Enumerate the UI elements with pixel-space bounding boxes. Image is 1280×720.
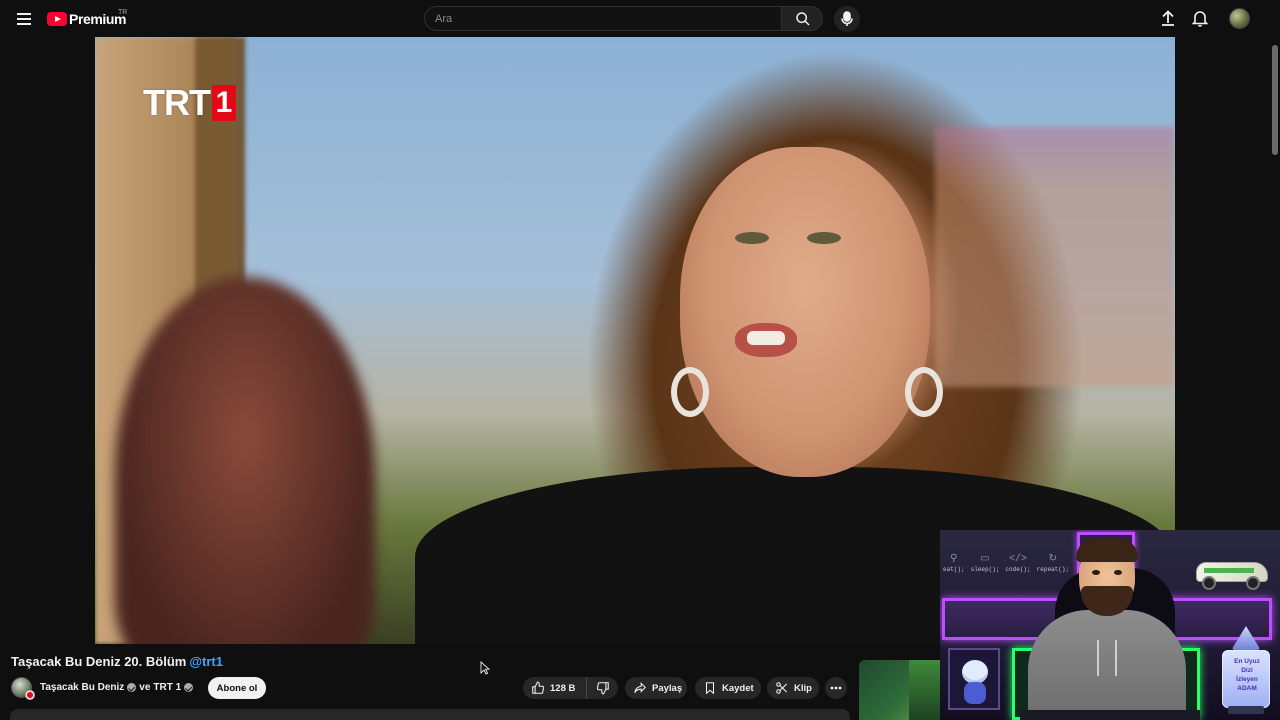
share-button[interactable]: Paylaş [625, 677, 687, 699]
share-label: Paylaş [652, 682, 683, 694]
clip-label: Klip [794, 682, 812, 694]
like-button[interactable]: 128 B [523, 677, 587, 699]
search-input[interactable] [425, 7, 781, 30]
like-dislike-group: 128 B [523, 677, 618, 699]
wall-tag: ⚲ eat(); [943, 554, 965, 573]
more-horizontal-icon [830, 686, 842, 690]
wall-tag: ↻ repeat(); [1036, 554, 1070, 573]
search-button[interactable] [781, 6, 823, 31]
streamer-eye-right [1114, 570, 1122, 575]
award-base [1228, 706, 1264, 714]
menu-icon[interactable] [12, 7, 36, 31]
mouse-cursor-icon [480, 661, 490, 675]
award-plate: En Uyuz Dizi İzleyen ADAM [1222, 650, 1270, 708]
scene-face [680, 147, 930, 477]
upload-icon [1162, 10, 1174, 26]
streamer-eye-left [1092, 570, 1100, 575]
trt-logo-number: 1 [211, 85, 236, 121]
award-text: En Uyuz Dizi İzleyen ADAM [1234, 658, 1260, 692]
trophy-icon [1230, 626, 1262, 652]
save-label: Kaydet [722, 682, 754, 694]
verified-check-icon [127, 683, 137, 692]
streamer-hair [1076, 538, 1138, 562]
save-button[interactable]: Kaydet [695, 677, 761, 699]
share-icon [634, 682, 646, 693]
channel-name-primary[interactable]: Taşacak Bu Deniz [40, 682, 124, 693]
bell-icon [1191, 11, 1209, 27]
verified-check-icon [184, 683, 194, 692]
subscribe-button[interactable]: Abone ol [208, 677, 266, 699]
recommended-video-thumbnail[interactable] [859, 660, 943, 720]
dislike-button[interactable] [587, 677, 618, 699]
scene-hand [115, 277, 375, 644]
wall-tag: </> code(); [1005, 554, 1031, 573]
bookmark-icon [705, 682, 715, 695]
channel-name-secondary[interactable]: TRT 1 [153, 682, 181, 693]
masthead: Premium TR [0, 0, 1280, 37]
youtube-logo-icon [47, 12, 67, 26]
scene-earring-left [671, 367, 709, 417]
description-box[interactable] [10, 709, 850, 720]
scene-mouth [735, 323, 797, 357]
video-title: Taşacak Bu Deniz 20. Bölüm @trt1 [11, 654, 223, 669]
notifications-button[interactable] [1190, 8, 1210, 28]
streamer-webcam-overlay: ⚲ eat(); ▭ sleep(); </> code(); ↻ repeat(); … [940, 530, 1280, 720]
scene-building [935, 127, 1175, 387]
microphone-icon [841, 11, 853, 26]
wall-tag: ▭ sleep(); [970, 554, 1000, 573]
like-count: 128 B [550, 682, 576, 694]
repeat-icon: ↻ [1048, 554, 1058, 565]
fork-knife-icon: ⚲ [950, 554, 958, 565]
youtube-premium-logo[interactable]: Premium [47, 9, 127, 29]
thumbs-up-icon [532, 681, 545, 694]
bed-icon: ▭ [980, 554, 990, 565]
clip-button[interactable]: Klip [767, 677, 819, 699]
channel-names: Taşacak Bu Deniz ve TRT 1 [40, 682, 194, 693]
account-avatar[interactable] [1229, 8, 1250, 29]
award-trophy: En Uyuz Dizi İzleyen ADAM [1222, 626, 1270, 718]
voice-search-button[interactable] [834, 6, 860, 32]
code-icon: </> [1009, 554, 1028, 565]
thumbs-down-icon [596, 682, 609, 695]
trt1-channel-logo: TRT 1 [143, 85, 236, 121]
scissors-icon [776, 682, 788, 694]
channel-avatar[interactable] [11, 677, 35, 700]
search-box[interactable] [424, 6, 781, 31]
upload-button[interactable] [1158, 8, 1178, 28]
rally-car-icon [1192, 548, 1272, 592]
scene-eye-left [735, 232, 769, 244]
chibi-figure [948, 648, 1000, 710]
overlay-wall-tags: ⚲ eat(); ▭ sleep(); </> code(); ↻ repeat(); [943, 554, 1069, 573]
trt-logo-text: TRT [143, 82, 211, 123]
search-icon [796, 12, 810, 26]
more-actions-button[interactable] [825, 677, 847, 699]
video-title-text: Taşacak Bu Deniz 20. Bölüm [11, 654, 187, 669]
desk [1020, 710, 1200, 720]
region-code: TR [118, 9, 128, 16]
channel-tag-link[interactable]: @trt1 [189, 654, 223, 669]
hoodie-strings [1097, 640, 1117, 676]
scrollbar-thumb[interactable] [1272, 45, 1278, 155]
channel-joiner: ve [139, 682, 151, 693]
scene-earring-right [905, 367, 943, 417]
scene-eye-right [807, 232, 841, 244]
